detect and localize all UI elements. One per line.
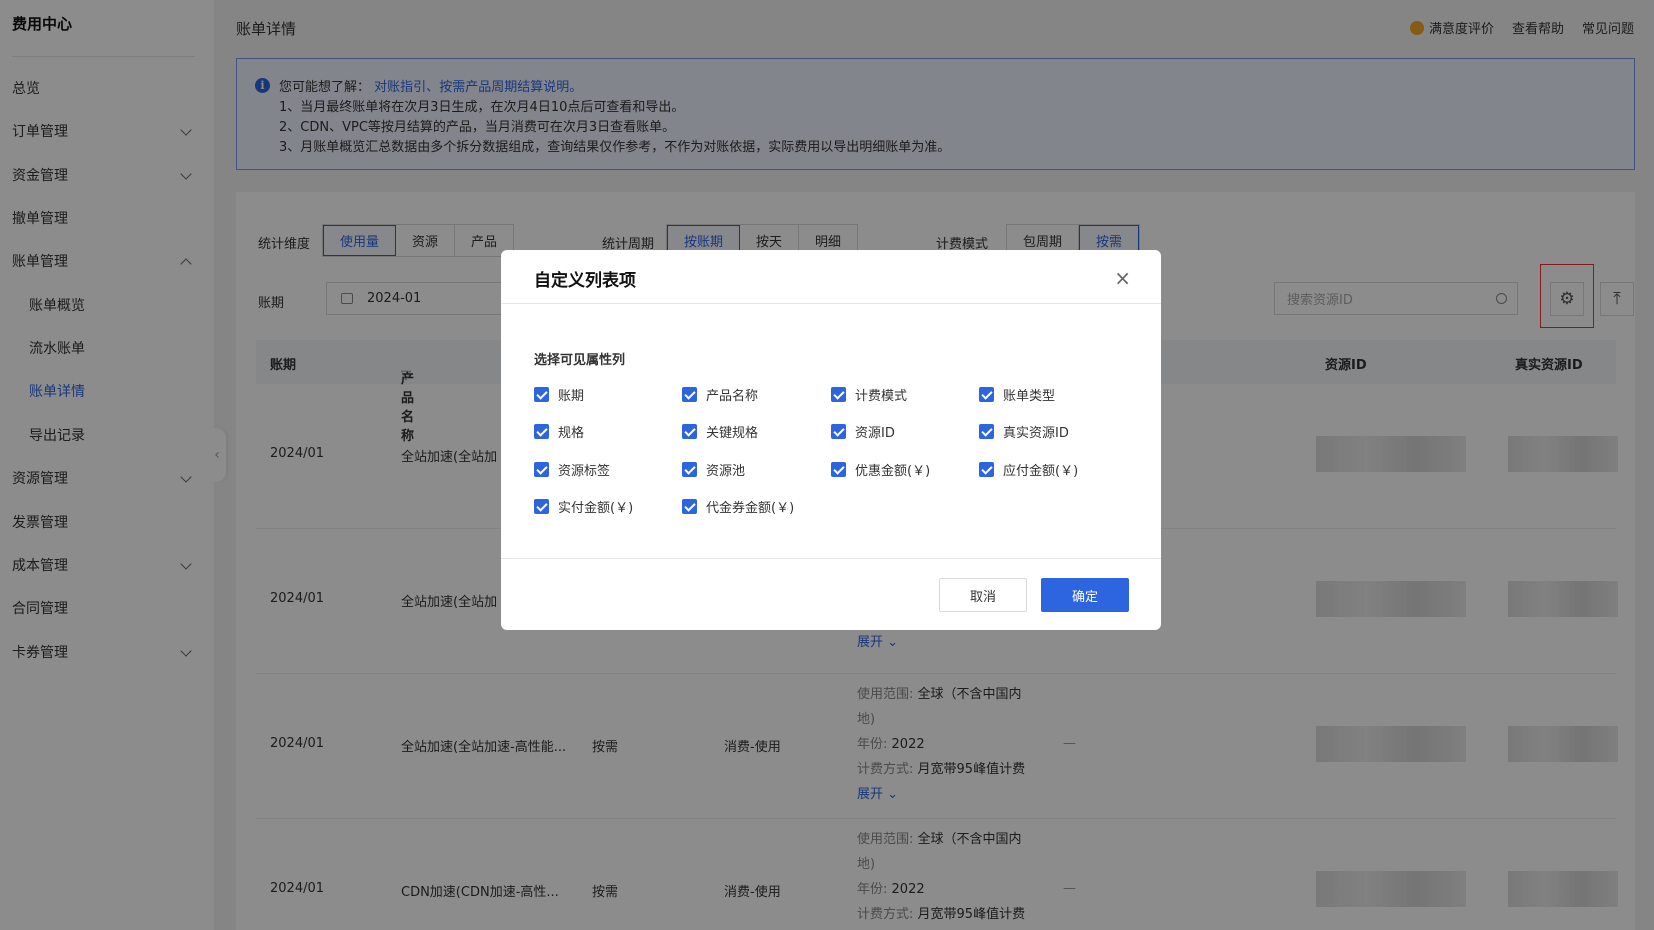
checkbox-paid-amount[interactable]: 实付金额(￥): [534, 497, 633, 516]
checkbox-label: 优惠金额(￥): [855, 464, 931, 479]
checkbox-label: 真实资源ID: [1003, 426, 1069, 441]
dialog-footer-divider: [501, 558, 1161, 559]
visible-columns-label: 选择可见属性列: [534, 353, 626, 368]
checkbox-checked-icon: [831, 387, 846, 402]
checkbox-label: 代金券金额(￥): [706, 501, 795, 516]
checkbox-checked-icon: [979, 462, 994, 477]
checkbox-key-spec[interactable]: 关键规格: [682, 422, 758, 441]
checkbox-label: 资源ID: [855, 426, 895, 441]
cancel-button[interactable]: 取消: [939, 578, 1027, 612]
checkbox-voucher-amount[interactable]: 代金券金额(￥): [682, 497, 794, 516]
checkbox-label: 账期: [558, 389, 585, 404]
dialog-title: 自定义列表项: [534, 271, 636, 291]
checkbox-checked-icon: [979, 387, 994, 402]
checkbox-bill-period[interactable]: 账期: [534, 385, 584, 404]
checkbox-label: 资源标签: [558, 464, 611, 479]
checkbox-product-name[interactable]: 产品名称: [682, 385, 758, 404]
checkbox-checked-icon: [534, 462, 549, 477]
confirm-button[interactable]: 确定: [1041, 578, 1129, 612]
checkbox-label: 实付金额(￥): [558, 501, 634, 516]
checkbox-label: 账单类型: [1003, 389, 1056, 404]
close-icon[interactable]: ×: [1114, 266, 1131, 290]
checkbox-label: 应付金额(￥): [1003, 464, 1079, 479]
customize-columns-dialog: 自定义列表项 × 选择可见属性列 账期 产品名称 计费模式 账单类型 规格 关键…: [501, 250, 1161, 630]
checkbox-checked-icon: [979, 424, 994, 439]
checkbox-payable-amount[interactable]: 应付金额(￥): [979, 460, 1078, 479]
checkbox-resource-pool[interactable]: 资源池: [682, 460, 745, 479]
checkbox-discount-amount[interactable]: 优惠金额(￥): [831, 460, 930, 479]
checkbox-label: 产品名称: [706, 389, 759, 404]
checkbox-checked-icon: [534, 499, 549, 514]
checkbox-spec[interactable]: 规格: [534, 422, 584, 441]
checkbox-checked-icon: [682, 424, 697, 439]
checkbox-label: 规格: [558, 426, 585, 441]
checkbox-checked-icon: [682, 462, 697, 477]
dialog-header-divider: [501, 303, 1161, 304]
checkbox-label: 计费模式: [855, 389, 908, 404]
checkbox-real-resource-id[interactable]: 真实资源ID: [979, 422, 1069, 441]
checkbox-checked-icon: [534, 387, 549, 402]
checkbox-label: 资源池: [706, 464, 746, 479]
checkbox-resource-id[interactable]: 资源ID: [831, 422, 895, 441]
checkbox-checked-icon: [831, 424, 846, 439]
checkbox-checked-icon: [831, 462, 846, 477]
checkbox-bill-type[interactable]: 账单类型: [979, 385, 1055, 404]
checkbox-checked-icon: [682, 499, 697, 514]
checkbox-label: 关键规格: [706, 426, 759, 441]
checkbox-billing-mode[interactable]: 计费模式: [831, 385, 907, 404]
checkbox-checked-icon: [682, 387, 697, 402]
checkbox-resource-tag[interactable]: 资源标签: [534, 460, 610, 479]
checkbox-checked-icon: [534, 424, 549, 439]
